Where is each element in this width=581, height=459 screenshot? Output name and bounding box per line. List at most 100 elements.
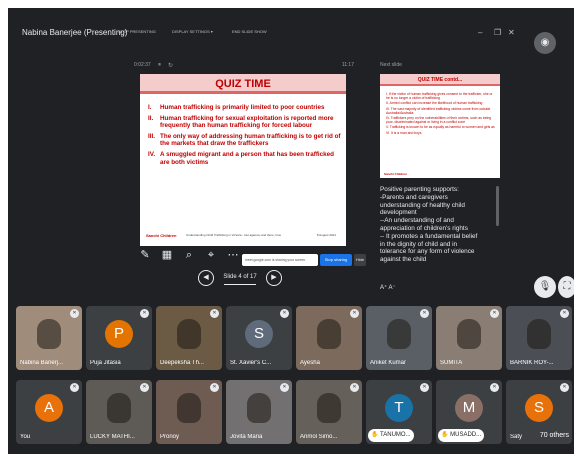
others-count[interactable]: 70 others <box>538 432 570 439</box>
participant-tile[interactable]: ✕ SUMITA <box>436 306 502 370</box>
participant-name: SUMITA <box>440 360 463 366</box>
slide-title: QUIZ TIME <box>215 78 271 90</box>
notes-line: --An understanding of and <box>380 217 454 225</box>
slide-title-bar: QUIZ TIME <box>140 74 346 94</box>
participant-video-thumbnail <box>457 319 481 349</box>
slide-quiz-list: I. Human trafficking is primarily limited… <box>148 104 342 169</box>
next-slide-label: Next slide <box>380 62 402 68</box>
participant-tile[interactable]: ✕ Deepeksha Th... <box>156 306 222 370</box>
participant-name: St. Xavier's C... <box>230 360 272 366</box>
next-slide-item: III. The vast majority of identified tra… <box>386 106 491 115</box>
participant-tile[interactable]: ✕ BARNIK ROY-... <box>506 306 572 370</box>
minimize-icon[interactable]: – <box>478 28 482 37</box>
notes-line: -- It promotes a fundamental belief <box>380 232 478 240</box>
participant-tile[interactable]: A ✕ You <box>16 380 82 444</box>
slide-counter-underline <box>224 284 256 285</box>
participant-tile[interactable]: M ✕ ✋ MUSADD... <box>436 380 502 444</box>
notes-line: against the child <box>380 256 427 264</box>
avatar: M <box>455 394 483 422</box>
participant-tile[interactable]: ✕ Jovita Maria <box>226 380 292 444</box>
slide-grid-icon[interactable]: ▦ <box>160 248 174 262</box>
mic-off-icon: ✕ <box>140 309 149 318</box>
slide-quiz-item: IV. A smuggled migrant and a person that … <box>148 150 335 166</box>
mic-off-icon: ✕ <box>70 309 79 318</box>
notes-line: development <box>380 209 417 217</box>
sharing-notice: meet.google.com is sharing your screen. <box>242 254 318 266</box>
slide-tools: ✎ ▦ ⌕ ⌖ ⋯ <box>138 248 242 264</box>
participant-tile[interactable]: P ✕ Puja Jitasia <box>86 306 152 370</box>
participant-tile[interactable]: S ✕ Saty 70 others <box>506 380 572 444</box>
mic-muted-icon[interactable]: 🎙 <box>534 276 556 298</box>
restore-icon[interactable]: ❐ <box>494 28 501 37</box>
notes-font-controls[interactable]: A⁺ A⁻ <box>380 284 500 292</box>
hide-button[interactable]: Hide <box>354 254 366 266</box>
more-options-icon[interactable]: ⋯ <box>226 248 240 262</box>
pause-icon[interactable]: ⏸ <box>158 62 161 69</box>
participant-name: Pronoy <box>160 434 180 440</box>
avatar: S <box>525 394 553 422</box>
presenter-view: 0:02:37 ⏸ ↻ 11:17 QUIZ TIME I. Human traf… <box>124 58 510 296</box>
avatar: S <box>245 320 273 348</box>
slide-navigation: ◀ Slide 4 of 17 ▶ <box>194 270 284 288</box>
raised-hand-name: ✋ MUSADD... <box>438 429 485 442</box>
participant-name: LUCKY MATHI... <box>90 434 135 440</box>
user-avatar-icon[interactable]: ◉ <box>534 32 556 54</box>
next-slide-preview[interactable]: QUIZ TIME contd... I. If the victim of h… <box>380 74 500 178</box>
presenter-top-bar: Nabina Banerjee (Presenting) STOP PRESEN… <box>22 28 515 40</box>
slide-footer: Sanchi Children Understanding Child Traf… <box>146 233 340 243</box>
current-slide: QUIZ TIME I. Human trafficking is primari… <box>140 74 346 246</box>
end-slideshow-button[interactable]: END SLIDE SHOW <box>232 29 267 34</box>
mic-off-icon: ✕ <box>210 383 219 392</box>
participant-tile[interactable]: ✕ Ayesha <box>296 306 362 370</box>
participant-tile[interactable]: ✕ Aniket Kumar <box>366 306 432 370</box>
mic-off-icon: ✕ <box>140 383 149 392</box>
meet-window: Nabina Banerjee (Presenting) STOP PRESEN… <box>8 8 574 454</box>
notes-line: Positive parenting supports: <box>380 186 459 193</box>
mic-off-icon: ✕ <box>560 309 569 318</box>
participant-tile[interactable]: T ✕ ✋ TANUMO... <box>366 380 432 444</box>
participant-name: Anmol Simo... <box>300 434 338 440</box>
display-settings-button[interactable]: DISPLAY SETTINGS ▾ <box>172 29 213 34</box>
clock: 11:17 <box>341 62 354 68</box>
speaker-notes[interactable]: Positive parenting supports: -Parents an… <box>380 186 490 290</box>
next-slide-title-bar: QUIZ TIME contd... <box>380 74 500 86</box>
stop-presenting-button[interactable]: STOP PRESENTING <box>118 29 156 34</box>
close-icon[interactable]: ✕ <box>508 28 515 37</box>
mic-off-icon: ✕ <box>280 383 289 392</box>
next-slide-list: I. If the victim of human trafficking gi… <box>386 92 496 136</box>
pointer-icon[interactable]: ⌖ <box>204 248 218 262</box>
notes-line: tolerance for any form of violence <box>380 248 475 256</box>
participant-tile[interactable]: ✕ LUCKY MATHI... <box>86 380 152 444</box>
slide-footnote: Understanding Child Trafficking in Victo… <box>186 233 281 237</box>
slide-date: 8 August 2021 <box>316 233 336 237</box>
zoom-icon[interactable]: ⌕ <box>182 248 196 262</box>
participant-tile[interactable]: ✕ Anmol Simo... <box>296 380 362 444</box>
fullscreen-icon[interactable]: ⛶ <box>558 276 574 298</box>
pen-icon[interactable]: ✎ <box>138 248 152 262</box>
next-slide-icon[interactable]: ▶ <box>266 270 282 286</box>
participant-tile[interactable]: ✕ Nabina Banerj... <box>16 306 82 370</box>
avatar: A <box>35 394 63 422</box>
reset-timer-icon[interactable]: ↻ <box>168 62 173 69</box>
stop-sharing-button[interactable]: Stop sharing <box>320 254 352 266</box>
slide-quiz-item: II. Human trafficking for sexual exploita… <box>148 114 334 130</box>
mic-off-icon: ✕ <box>560 383 569 392</box>
notes-line: in the dignity of child and in <box>380 240 458 248</box>
participant-name: Puja Jitasia <box>90 360 121 366</box>
participant-tile[interactable]: S ✕ St. Xavier's C... <box>226 306 292 370</box>
participant-video-thumbnail <box>247 393 271 423</box>
slide-quiz-item: I. Human trafficking is primarily limited… <box>148 104 325 111</box>
right-controls: ◉ 🎙 ⛶ <box>522 22 574 302</box>
raised-hand-name: ✋ TANUMO... <box>368 429 414 442</box>
participant-video-thumbnail <box>177 393 201 423</box>
next-slide-logo: Sanchi Children <box>384 172 407 176</box>
notes-line: understanding of healthy child <box>380 201 465 209</box>
participant-tile[interactable]: ✕ Pronoy <box>156 380 222 444</box>
presenter-title: Nabina Banerjee (Presenting) <box>22 28 128 37</box>
previous-slide-icon[interactable]: ◀ <box>198 270 214 286</box>
notes-scrollbar[interactable] <box>496 186 499 226</box>
participant-video-thumbnail <box>177 319 201 349</box>
avatar: T <box>385 394 413 422</box>
next-slide-item: I. If the victim of human trafficking gi… <box>386 92 493 101</box>
mic-off-icon: ✕ <box>420 309 429 318</box>
